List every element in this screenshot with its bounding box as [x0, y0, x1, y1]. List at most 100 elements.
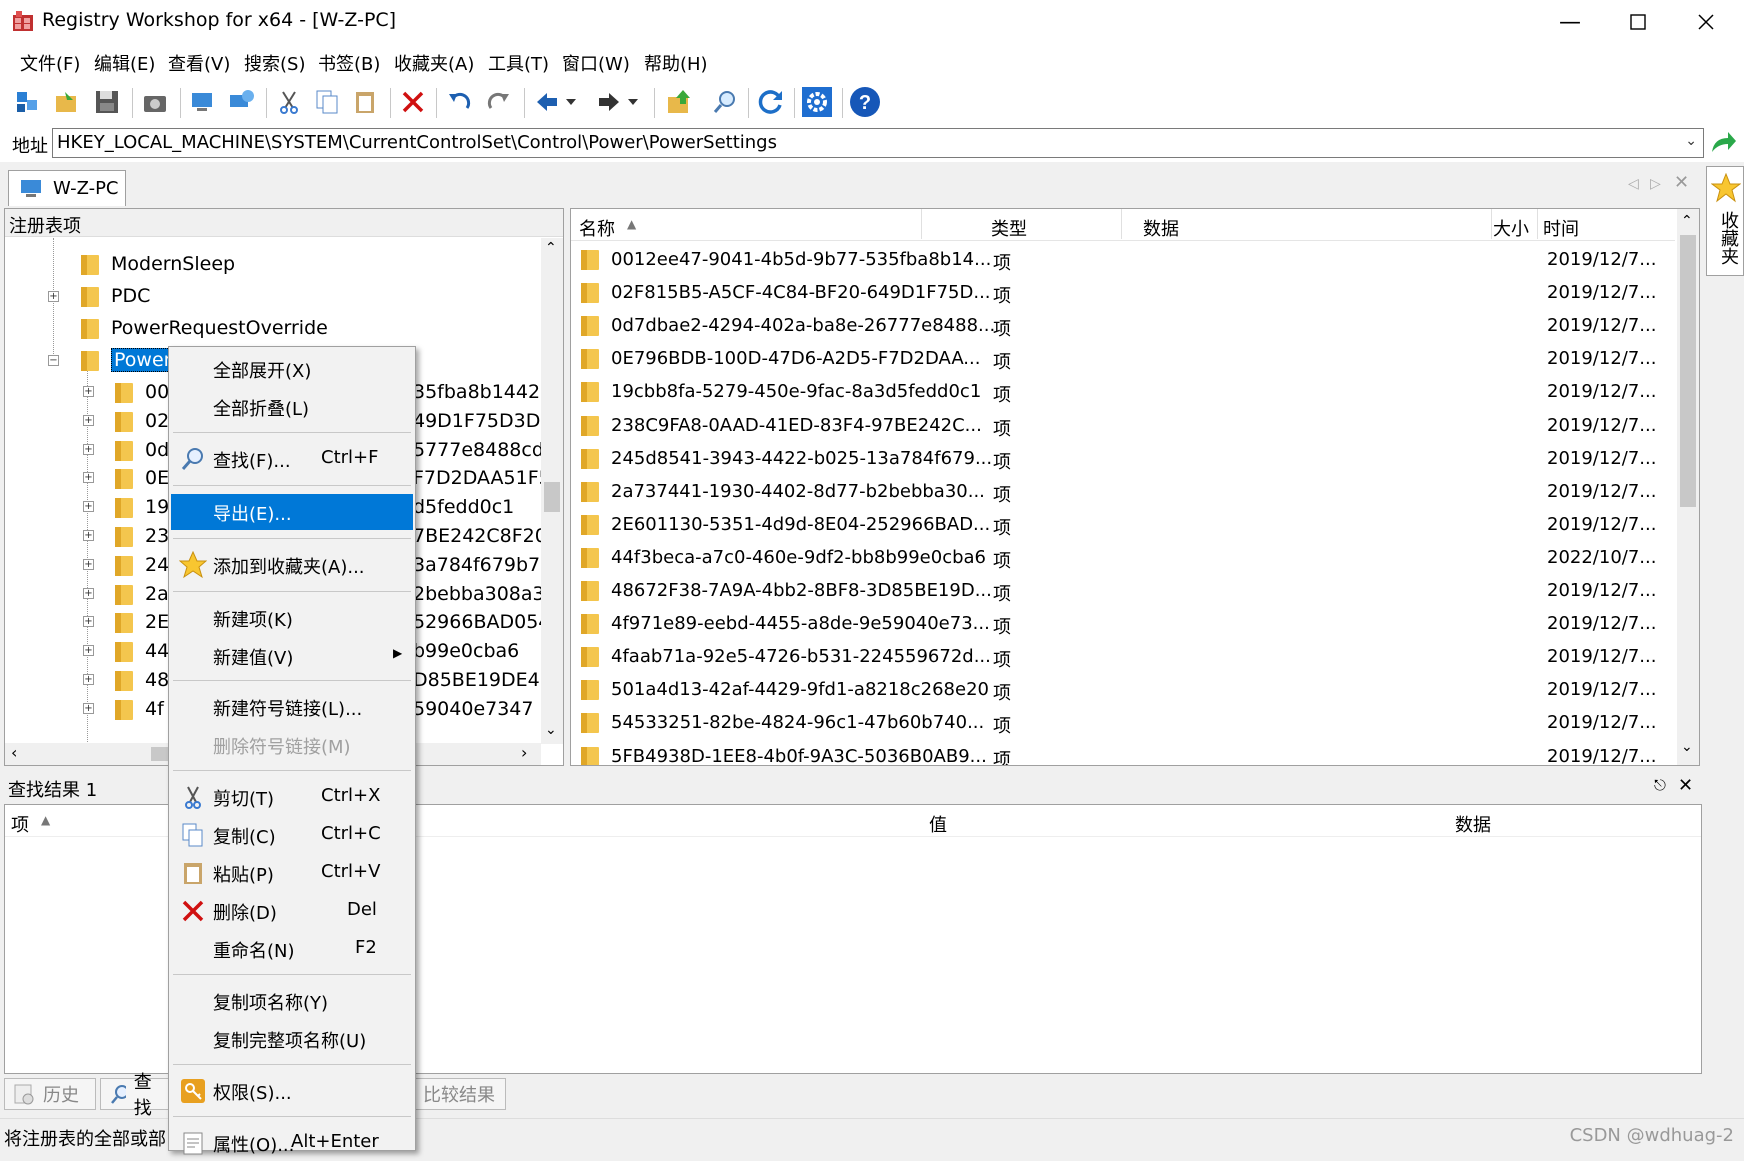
expand-icon[interactable]: +: [83, 530, 94, 541]
expand-icon[interactable]: +: [83, 501, 94, 513]
column-type[interactable]: 类型: [991, 215, 1027, 241]
results-column-item[interactable]: 项: [11, 811, 29, 837]
column-data[interactable]: 数据: [1143, 215, 1179, 241]
tab-find[interactable]: 查找: [100, 1072, 170, 1119]
expand-icon[interactable]: +: [83, 645, 94, 657]
menu-item-collapse-all[interactable]: 全部折叠(L): [171, 389, 413, 425]
registry-icon[interactable]: [10, 85, 44, 119]
list-row[interactable]: 44f3beca-a7c0-460e-9df2-bb8b99e0cba6 项 202…: [571, 541, 1675, 574]
scroll-down-icon[interactable]: ⌄: [545, 722, 557, 738]
expand-icon[interactable]: +: [48, 291, 59, 302]
menu-item-add-favorites[interactable]: 添加到收藏夹(A)...: [171, 547, 413, 583]
help-icon[interactable]: ?: [848, 85, 882, 119]
list-row[interactable]: 19cbb8fa-5279-450e-9fac-8a3d5fedd0c1 项 201…: [571, 375, 1675, 408]
tab-w-z-pc[interactable]: W-Z-PC: [8, 170, 126, 206]
remote-computer-icon[interactable]: [224, 85, 258, 119]
favorites-sidebar[interactable]: 收藏夹: [1706, 166, 1744, 276]
forward-icon[interactable]: [592, 85, 626, 119]
list-row[interactable]: 245d8541-3943-4422-b025-13a784f679... 项 20…: [571, 442, 1675, 475]
tab-prev-icon[interactable]: ◁: [1628, 176, 1639, 192]
minimize-button[interactable]: —: [1544, 6, 1596, 38]
menu-search[interactable]: 搜索(S): [244, 50, 305, 76]
parent-key-icon[interactable]: [662, 85, 696, 119]
paste-icon[interactable]: [348, 85, 382, 119]
menu-window[interactable]: 窗口(W): [562, 50, 630, 76]
list-vscroll[interactable]: ⌃ ⌄: [1677, 209, 1699, 765]
menu-item-copy-full-key-name[interactable]: 复制完整项名称(U): [171, 1021, 413, 1057]
scroll-left-icon[interactable]: ‹: [11, 743, 17, 762]
tree-item-powerrequestoverride[interactable]: PowerRequestOverride: [79, 312, 328, 344]
column-name[interactable]: 名称: [579, 215, 615, 241]
menu-item-permissions[interactable]: 权限(S)...: [171, 1073, 413, 1109]
tab-next-icon[interactable]: ▷: [1650, 176, 1661, 192]
list-row[interactable]: 0d7dbae2-4294-402a-ba8e-26777e8488... 项 20…: [571, 309, 1675, 342]
scroll-down-icon[interactable]: ⌄: [1681, 739, 1693, 755]
list-row[interactable]: 2a737441-1930-4402-8d77-b2bebba30... 项 201…: [571, 475, 1675, 508]
menu-item-export[interactable]: 导出(E)...: [171, 494, 413, 530]
tree-vscroll[interactable]: ⌃ ⌄: [541, 238, 563, 744]
copy-icon[interactable]: [310, 85, 344, 119]
menu-view[interactable]: 查看(V): [168, 50, 230, 76]
address-input[interactable]: HKEY_LOCAL_MACHINE\SYSTEM\CurrentControl…: [52, 128, 1704, 158]
results-column-value[interactable]: 值: [929, 811, 947, 837]
menu-item-paste[interactable]: 粘贴(P) Ctrl+V: [171, 855, 413, 891]
menu-tools[interactable]: 工具(T): [488, 50, 549, 76]
list-row[interactable]: 0012ee47-9041-4b5d-9b77-535fba8b14... 项 20…: [571, 243, 1675, 276]
menu-item-new-symlink[interactable]: 新建符号链接(L)...: [171, 689, 413, 725]
maximize-button[interactable]: [1612, 6, 1664, 38]
menu-bookmark[interactable]: 书签(B): [318, 50, 380, 76]
menu-item-delete[interactable]: 删除(D) Del: [171, 893, 413, 929]
list-row[interactable]: 4f971e89-eebd-4455-a8de-9e59040e73... 项 20…: [571, 607, 1675, 640]
open-folder-icon[interactable]: [50, 85, 84, 119]
menu-file[interactable]: 文件(F): [20, 50, 80, 76]
menu-item-new-value[interactable]: 新建值(V) ▶: [171, 638, 413, 674]
scroll-right-icon[interactable]: ›: [521, 743, 527, 762]
menu-item-copy[interactable]: 复制(C) Ctrl+C: [171, 817, 413, 853]
snapshot-icon[interactable]: [138, 85, 172, 119]
menu-item-copy-key-name[interactable]: 复制项名称(Y): [171, 983, 413, 1019]
save-icon[interactable]: [90, 85, 124, 119]
scroll-up-icon[interactable]: ⌃: [545, 240, 557, 256]
menu-edit[interactable]: 编辑(E): [94, 50, 155, 76]
menu-item-cut[interactable]: 剪切(T) Ctrl+X: [171, 779, 413, 815]
find-icon[interactable]: [708, 85, 742, 119]
menu-item-rename[interactable]: 重命名(N) F2: [171, 931, 413, 967]
tree-item-pdc[interactable]: PDC: [79, 280, 150, 312]
menu-item-new-key[interactable]: 新建项(K): [171, 600, 413, 636]
back-icon[interactable]: [530, 85, 564, 119]
expand-icon[interactable]: +: [83, 587, 94, 599]
tab-close-icon[interactable]: ✕: [1674, 172, 1689, 193]
forward-dropdown-icon[interactable]: [624, 85, 642, 119]
expand-icon[interactable]: +: [83, 386, 94, 397]
back-dropdown-icon[interactable]: [562, 85, 580, 119]
tab-compare-results[interactable]: 比较结果: [414, 1078, 506, 1110]
pin-icon[interactable]: ⎋: [1654, 776, 1666, 794]
column-time[interactable]: 时间: [1543, 215, 1579, 241]
undo-icon[interactable]: [442, 85, 476, 119]
cut-icon[interactable]: [272, 85, 306, 119]
list-row[interactable]: 02F815B5-A5CF-4C84-BF20-649D1F75D... 项 201…: [571, 276, 1675, 309]
go-icon[interactable]: [1708, 128, 1738, 163]
menu-help[interactable]: 帮助(H): [644, 50, 708, 76]
list-row[interactable]: 238C9FA8-0AAD-41ED-83F4-97BE242C... 项 2019…: [571, 409, 1675, 442]
settings-icon[interactable]: [800, 85, 834, 119]
expand-icon[interactable]: +: [83, 558, 94, 570]
local-computer-icon[interactable]: [186, 85, 220, 119]
expand-icon[interactable]: +: [83, 472, 94, 484]
scroll-thumb[interactable]: [544, 482, 560, 512]
list-row[interactable]: 0E796BDB-100D-47D6-A2D5-F7D2DAA... 项 2019/…: [571, 342, 1675, 375]
expand-icon[interactable]: +: [83, 674, 94, 685]
redo-icon[interactable]: [482, 85, 516, 119]
scroll-thumb[interactable]: [1680, 235, 1696, 507]
results-column-data[interactable]: 数据: [1455, 811, 1491, 837]
list-row[interactable]: 54533251-82be-4824-96c1-47b60b740... 项 201…: [571, 706, 1675, 739]
menu-favorites[interactable]: 收藏夹(A): [394, 50, 474, 76]
list-row[interactable]: 5FB4938D-1EE8-4b0f-9A3C-5036B0AB9... 项 201…: [571, 740, 1675, 765]
expand-icon[interactable]: +: [83, 443, 94, 455]
list-row[interactable]: 2E601130-5351-4d9d-8E04-252966BAD... 项 201…: [571, 508, 1675, 541]
chevron-down-icon[interactable]: ⌄: [1685, 133, 1697, 149]
scroll-up-icon[interactable]: ⌃: [1681, 213, 1693, 229]
list-row[interactable]: 48672F38-7A9A-4bb2-8BF8-3D85BE19D... 项 201…: [571, 574, 1675, 607]
expand-icon[interactable]: +: [83, 616, 94, 628]
tree-item-modernsleep[interactable]: ModernSleep: [79, 248, 235, 280]
